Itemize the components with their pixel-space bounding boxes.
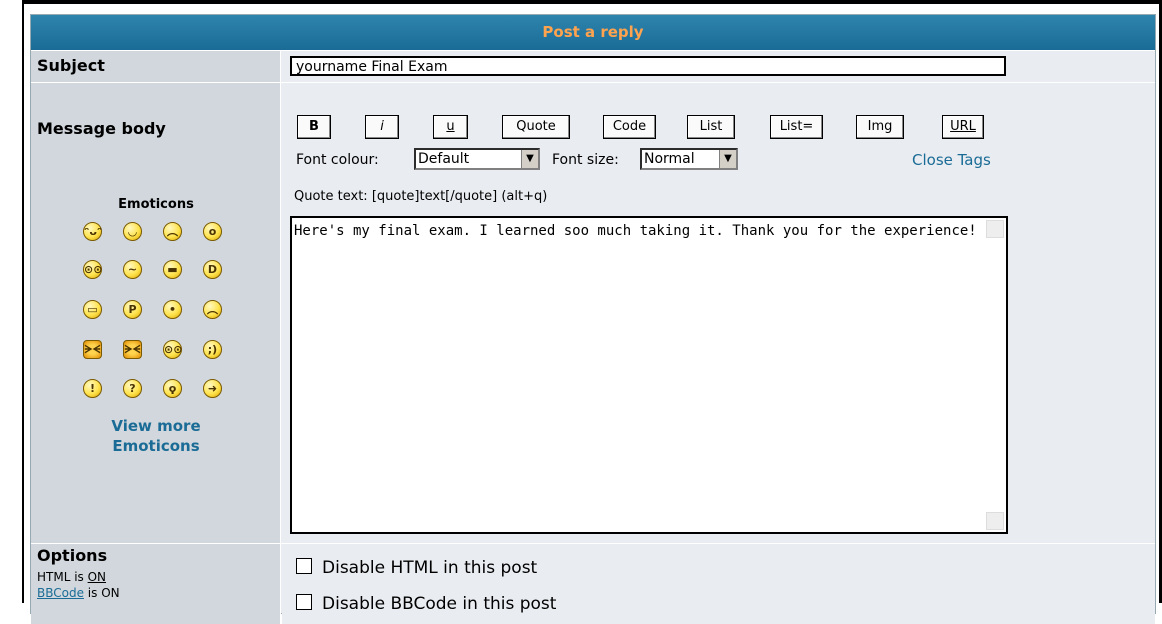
disable-bbcode-option[interactable]: Disable BBCode in this post bbox=[296, 594, 556, 614]
emoticon-evil-icon[interactable]: ᗒᗕ bbox=[83, 340, 102, 359]
html-status-link[interactable]: ON bbox=[88, 570, 106, 584]
quote-button[interactable]: Quote bbox=[502, 115, 570, 139]
emoticon-laughing-icon[interactable]: D bbox=[203, 260, 222, 279]
subject-label-cell: Subject bbox=[31, 51, 281, 82]
subject-input[interactable]: yourname Final Exam bbox=[290, 56, 1006, 76]
url-button[interactable]: URL bbox=[942, 115, 984, 139]
emoticon-mad-icon[interactable]: ▭ bbox=[83, 300, 102, 319]
emoticon-surprised-icon[interactable]: o bbox=[203, 222, 222, 241]
disable-html-option[interactable]: Disable HTML in this post bbox=[296, 558, 537, 578]
subject-label: Subject bbox=[37, 56, 105, 75]
view-more-line2: Emoticons bbox=[112, 437, 200, 455]
bbcode-link[interactable]: BBCode bbox=[37, 586, 84, 600]
emoticons-title: Emoticons bbox=[118, 197, 194, 212]
html-status-label: HTML is bbox=[37, 570, 88, 584]
emoticon-wink-icon[interactable]: ;) bbox=[203, 340, 222, 359]
post-reply-form: Post a reply Subject yourname Final Exam… bbox=[30, 14, 1156, 624]
options-row: Options HTML is ON BBCode is ON Disable … bbox=[31, 544, 1155, 624]
subject-input-cell: yourname Final Exam bbox=[282, 51, 1155, 82]
subject-row: Subject yourname Final Exam bbox=[31, 51, 1155, 83]
emoticon-cool-icon[interactable]: ▬ bbox=[163, 260, 182, 279]
list-button[interactable]: List bbox=[687, 115, 735, 139]
html-status: HTML is ON bbox=[37, 570, 106, 584]
chevron-down-icon: ▼ bbox=[521, 150, 538, 168]
disable-html-checkbox[interactable] bbox=[296, 558, 312, 574]
options-title: Options bbox=[37, 546, 108, 565]
emoticon-smile-icon[interactable]: ◡ bbox=[123, 222, 142, 241]
font-size-label: Font size: bbox=[552, 152, 619, 168]
emoticon-sad-icon[interactable]: ︵ bbox=[163, 222, 182, 241]
emoticon-exclamation-icon[interactable]: ! bbox=[83, 379, 102, 398]
bbcode-status: BBCode is ON bbox=[37, 586, 120, 600]
scrollbar-up-icon[interactable] bbox=[986, 220, 1004, 238]
disable-html-label: Disable HTML in this post bbox=[322, 558, 538, 578]
chevron-down-icon: ▼ bbox=[719, 150, 736, 168]
message-body-cell: B i u Quote Code List List= Img URL Font… bbox=[282, 83, 1155, 543]
underline-button[interactable]: u bbox=[433, 115, 468, 139]
form-header: Post a reply bbox=[31, 15, 1155, 51]
font-size-value: Normal bbox=[644, 151, 695, 167]
disable-bbcode-checkbox[interactable] bbox=[296, 594, 312, 610]
emoticon-question-icon[interactable]: ? bbox=[123, 379, 142, 398]
window-frame-left bbox=[22, 0, 24, 603]
italic-button[interactable]: i bbox=[365, 115, 399, 139]
bold-button[interactable]: B bbox=[297, 115, 331, 139]
emoticon-crying-icon[interactable]: ︵ bbox=[203, 300, 222, 319]
options-cell: Disable HTML in this post Disable BBCode… bbox=[282, 544, 1155, 624]
close-tags-link[interactable]: Close Tags bbox=[912, 151, 991, 169]
font-colour-select[interactable]: Default ▼ bbox=[414, 148, 540, 170]
window-frame-top bbox=[22, 0, 1162, 4]
font-colour-label: Font colour: bbox=[296, 152, 379, 168]
font-size-select[interactable]: Normal ▼ bbox=[640, 148, 738, 170]
emoticon-razz-icon[interactable]: P bbox=[123, 300, 142, 319]
img-button[interactable]: Img bbox=[856, 115, 904, 139]
bbcode-status-text: is ON bbox=[83, 586, 120, 600]
emoticon-shocked-icon[interactable]: ⊙⊙ bbox=[83, 260, 102, 279]
emoticon-twisted-evil-icon[interactable]: ᗒᗕ bbox=[123, 340, 142, 359]
emoticon-embarrassed-icon[interactable]: • bbox=[163, 300, 182, 319]
emoticon-rolling-eyes-icon[interactable]: ⊙⊙ bbox=[163, 340, 182, 359]
emoticon-confused-icon[interactable]: ~ bbox=[123, 260, 142, 279]
emoticon-very-happy-icon[interactable]: ᵔᴗᵔ bbox=[83, 222, 102, 241]
scrollbar-down-icon[interactable] bbox=[986, 512, 1004, 530]
bbcode-hint: Quote text: [quote]text[/quote] (alt+q) bbox=[294, 189, 548, 204]
message-text: Here's my final exam. I learned soo much… bbox=[294, 223, 977, 239]
view-more-line1: View more bbox=[111, 417, 201, 435]
emoticon-idea-icon[interactable]: ϙ bbox=[163, 379, 182, 398]
font-colour-value: Default bbox=[418, 151, 470, 167]
list-equals-button[interactable]: List= bbox=[770, 115, 823, 139]
view-more-emoticons-link[interactable]: View more Emoticons bbox=[31, 416, 281, 456]
options-label-cell: Options HTML is ON BBCode is ON bbox=[31, 544, 281, 624]
message-textarea[interactable]: Here's my final exam. I learned soo much… bbox=[290, 216, 1008, 534]
code-button[interactable]: Code bbox=[603, 115, 656, 139]
disable-bbcode-label: Disable BBCode in this post bbox=[322, 594, 557, 614]
emoticon-arrow-icon[interactable]: ➜ bbox=[203, 379, 222, 398]
message-body-label-cell: Message body Emoticons ᵔᴗᵔ ◡ ︵ o ⊙⊙ ~ ▬ … bbox=[31, 83, 281, 543]
message-body-label: Message body bbox=[37, 119, 166, 138]
message-body-row: Message body Emoticons ᵔᴗᵔ ◡ ︵ o ⊙⊙ ~ ▬ … bbox=[31, 83, 1155, 544]
